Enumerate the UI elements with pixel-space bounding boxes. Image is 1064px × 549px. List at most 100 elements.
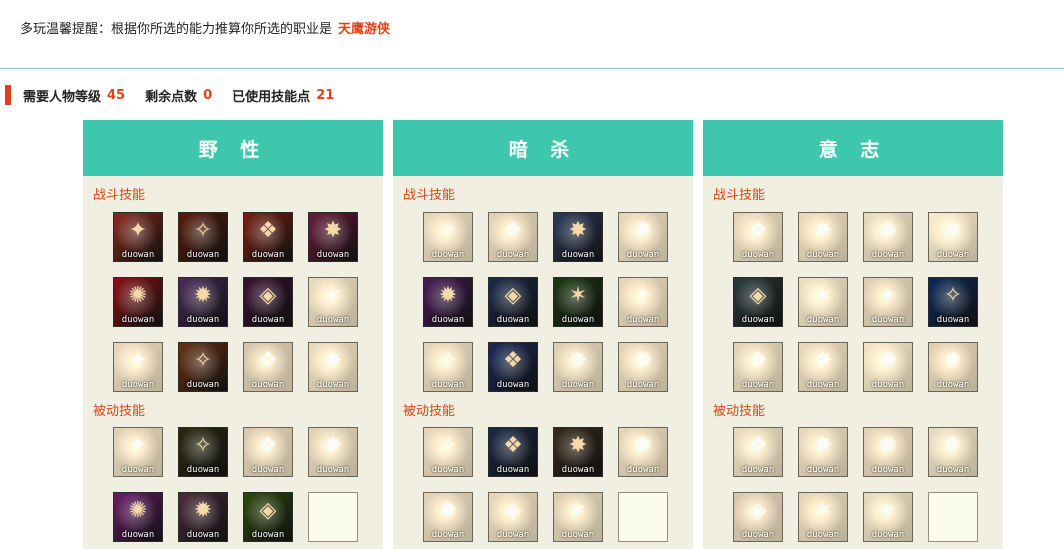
vial-icon[interactable]: ✹ duowan [928, 427, 978, 477]
cat-eye-icon[interactable]: ◈ duowan [488, 492, 538, 542]
radiance-icon[interactable]: ✹ duowan [928, 212, 978, 262]
blood-drop-icon[interactable]: ✧ duowan [178, 212, 228, 262]
passive-skills-label: 被动技能 [93, 404, 146, 419]
crosshair-icon[interactable]: ✹ duowan [423, 277, 473, 327]
combat-skills-label: 战斗技能 [713, 188, 766, 203]
hawk-icon[interactable]: ✹ duowan [178, 492, 228, 542]
skill-art: ✸ [323, 348, 343, 373]
curved-blade-icon[interactable]: ✧ duowan [423, 212, 473, 262]
spirit-form-icon[interactable]: ✦ duowan [863, 492, 913, 542]
paw-print-icon[interactable]: ◈ duowan [243, 492, 293, 542]
sword-flash-icon[interactable]: ✺ duowan [618, 212, 668, 262]
watermark-label: duowan [626, 250, 660, 260]
leaf-blade-icon[interactable]: ❖ duowan [733, 427, 783, 477]
rising-spike-icon[interactable]: ❖ duowan [733, 342, 783, 392]
panel-title: 野 性 [83, 120, 383, 176]
twin-shadows-icon[interactable]: ✸ duowan [553, 342, 603, 392]
lurker-icon[interactable]: ✶ duowan [553, 492, 603, 542]
body-aura-icon[interactable]: ✺ duowan [618, 427, 668, 477]
watermark-label: duowan [316, 380, 350, 390]
empty-skill-slot[interactable] [618, 492, 668, 542]
target-man-icon[interactable]: ✺ duowan [113, 277, 163, 327]
skill-art: ✦ [878, 498, 898, 523]
hooded-figure-icon[interactable]: ❖ duowan [243, 342, 293, 392]
warrior-stance-icon[interactable]: ✦ duowan [863, 277, 913, 327]
poison-blade-icon[interactable]: ✶ duowan [553, 277, 603, 327]
level-label: 需要人物等级 [23, 89, 102, 105]
spear-slash-icon[interactable]: ✦ duowan [113, 212, 163, 262]
skill-art: ✧ [438, 433, 458, 458]
combat-skills-label: 战斗技能 [93, 188, 146, 203]
wolf-icon[interactable]: ✦ duowan [113, 427, 163, 477]
skill-art: ✦ [128, 433, 148, 458]
dagger-icon[interactable]: ✦ duowan [113, 342, 163, 392]
beast-claw-icon[interactable]: ✸ duowan [308, 212, 358, 262]
shield-cross-icon[interactable]: ✺ duowan [863, 212, 913, 262]
watermark-label: duowan [186, 250, 220, 260]
watermark-label: duowan [186, 380, 220, 390]
skill-art: ✸ [813, 433, 833, 458]
quick-strike-icon[interactable]: ✦ duowan [618, 277, 668, 327]
feather-blade-icon[interactable]: ❖ duowan [243, 427, 293, 477]
energy-burst-icon[interactable]: ❖ duowan [488, 427, 538, 477]
armored-fist-icon[interactable]: ✹ duowan [178, 277, 228, 327]
light-beam-icon[interactable]: ✶ duowan [798, 277, 848, 327]
sunburst-icon[interactable]: ✸ duowan [798, 212, 848, 262]
crescent-slash-icon[interactable]: ✺ duowan [618, 342, 668, 392]
flame-figure-icon[interactable]: ✹ duowan [928, 342, 978, 392]
skill-art: ✦ [128, 348, 148, 373]
sparkle-eyes-icon[interactable]: ✧ duowan [178, 427, 228, 477]
watermark-label: duowan [936, 315, 970, 325]
empty-skill-slot[interactable] [928, 492, 978, 542]
triple-blade-icon[interactable]: ✧ duowan [178, 342, 228, 392]
watermark-label: duowan [121, 315, 155, 325]
spirit-figure-icon[interactable]: ✸ duowan [553, 212, 603, 262]
eye-glow-icon[interactable]: ◈ duowan [733, 492, 783, 542]
watermark-label: duowan [626, 315, 660, 325]
skill-art: ✹ [438, 498, 458, 523]
watermark-label: duowan [561, 530, 595, 540]
psychic-head-icon[interactable]: ✧ duowan [928, 277, 978, 327]
cross-blades-icon[interactable]: ✧ duowan [423, 342, 473, 392]
net-trap-icon[interactable]: ✶ duowan [308, 277, 358, 327]
shadow-figure-icon[interactable]: ◈ duowan [243, 277, 293, 327]
passive-skills-label: 被动技能 [713, 404, 766, 419]
chakra-figure-icon[interactable]: ✺ duowan [863, 427, 913, 477]
skill-art: ❖ [748, 218, 768, 243]
skill-art: ✧ [193, 218, 213, 243]
glowing-head-icon[interactable]: ✸ duowan [308, 342, 358, 392]
watermark-label: duowan [431, 315, 465, 325]
focus-eye-icon[interactable]: ✹ duowan [423, 492, 473, 542]
hilt-icon[interactable]: ✸ duowan [553, 427, 603, 477]
lightning-dash-icon[interactable]: ❖ duowan [488, 342, 538, 392]
watermark-label: duowan [936, 380, 970, 390]
mind-split-icon[interactable]: ◈ duowan [733, 277, 783, 327]
energy-claw-icon[interactable]: ✸ duowan [798, 342, 848, 392]
skill-tree-panel-assassin: 暗 杀 战斗技能 被动技能 ✧ duowan ❖ duowan ✸ duowan ✺ duow… [393, 120, 693, 549]
shadow-cloak-icon[interactable]: ◈ duowan [488, 277, 538, 327]
bow-icon[interactable]: ✺ duowan [113, 492, 163, 542]
skill-art: ✺ [128, 498, 148, 523]
skill-art: ◈ [259, 498, 277, 523]
skill-art: ◈ [749, 283, 767, 308]
watermark-label: duowan [561, 465, 595, 475]
skill-art: ❖ [258, 218, 278, 243]
arrow-shot-icon[interactable]: ✸ duowan [308, 427, 358, 477]
meditation-icon[interactable]: ❖ duowan [733, 212, 783, 262]
combat-skills-label: 战斗技能 [403, 188, 456, 203]
orb-glow-icon[interactable]: ✺ duowan [863, 342, 913, 392]
skill-art: ✧ [193, 348, 213, 373]
golden-swirl-icon[interactable]: ✶ duowan [798, 492, 848, 542]
watermark-label: duowan [121, 465, 155, 475]
aura-ring-icon[interactable]: ✸ duowan [798, 427, 848, 477]
watermark-label: duowan [806, 380, 840, 390]
watermark-label: duowan [431, 530, 465, 540]
arrow-strike-icon[interactable]: ❖ duowan [243, 212, 293, 262]
slash-arc-icon[interactable]: ❖ duowan [488, 212, 538, 262]
watermark-label: duowan [741, 250, 775, 260]
blade-edge-icon[interactable]: ✧ duowan [423, 427, 473, 477]
empty-skill-slot[interactable] [308, 492, 358, 542]
watermark-label: duowan [561, 315, 595, 325]
watermark-label: duowan [251, 465, 285, 475]
watermark-label: duowan [121, 530, 155, 540]
